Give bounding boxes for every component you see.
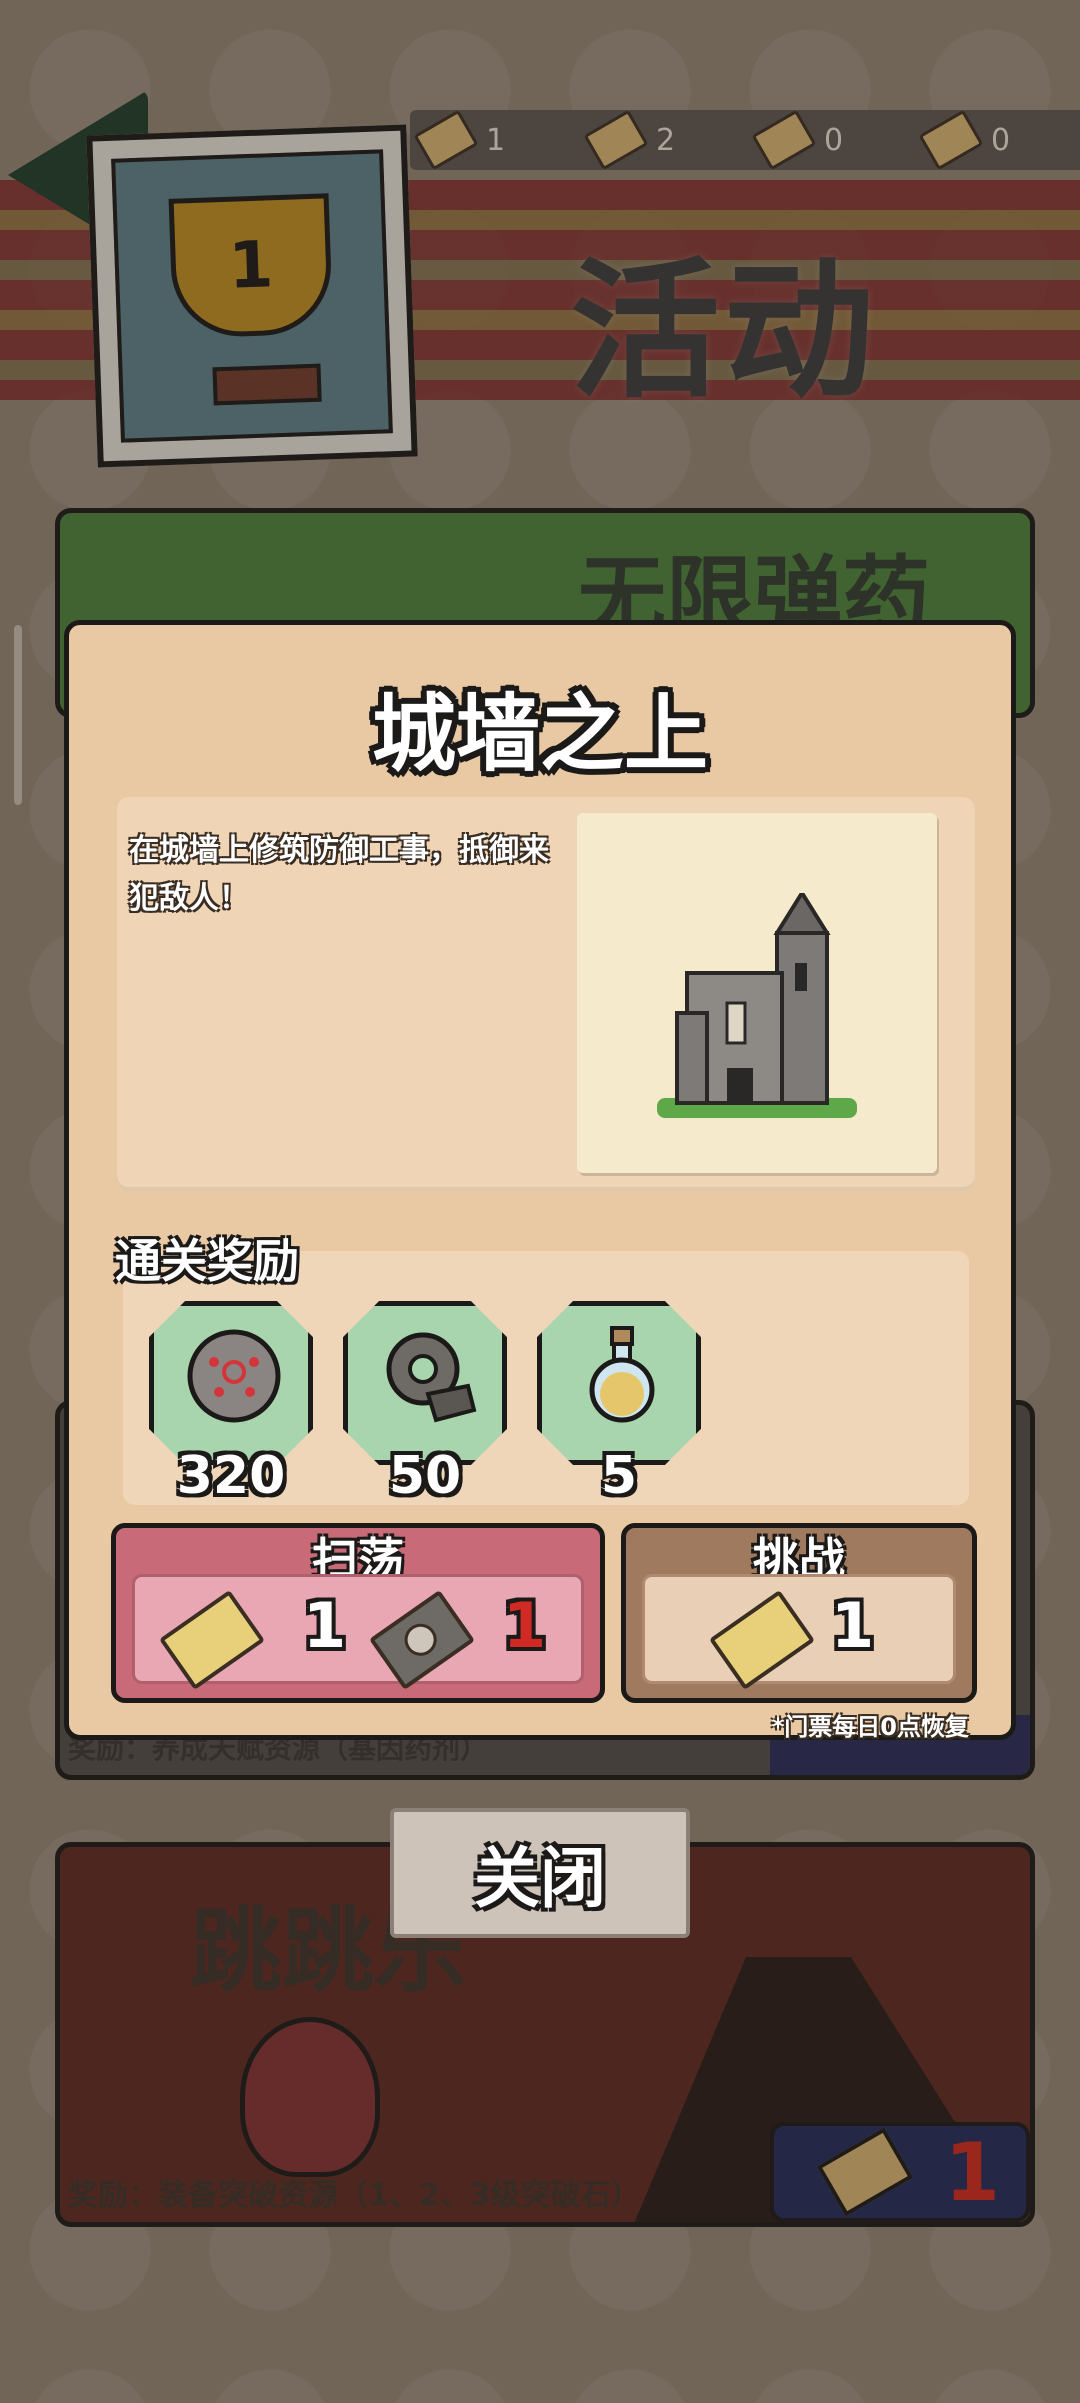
reward-count: 50 [388, 1446, 462, 1506]
sweep-cost-panel: 1 1 [132, 1574, 584, 1691]
ticket-reset-note: *门票每日0点恢复 [771, 1713, 969, 1741]
ticket-cost: 1 [303, 1589, 347, 1662]
sweep-ticket-cost: 1 [503, 1589, 547, 1662]
sweep-ticket-icon [368, 1589, 476, 1691]
event-ticket-icon [158, 1589, 266, 1691]
challenge-button[interactable]: 挑战 1 [621, 1523, 977, 1703]
reward-count: 5 [600, 1446, 638, 1506]
potion-bottle-icon [589, 1326, 655, 1423]
sweep-button[interactable]: 扫荡 1 1 [111, 1523, 605, 1703]
description-panel: 在城墙上修筑防御工事，抵御来犯敌人！ [117, 797, 975, 1191]
modal-title: 城墙之上 [371, 685, 708, 783]
challenge-cost-panel: 1 [642, 1574, 956, 1691]
stage-detail-modal: 城墙之上 在城墙上修筑防御工事，抵御来犯敌人！ 320 50 5 通关奖励 扫荡… [64, 620, 1016, 1741]
reward-count: 320 [176, 1446, 286, 1506]
rewards-label: 通关奖励 [115, 1234, 299, 1288]
reward-item[interactable] [537, 1301, 701, 1465]
reward-item[interactable] [343, 1301, 507, 1465]
close-button[interactable]: 关闭 [390, 1808, 690, 1938]
event-ticket-icon [708, 1589, 816, 1691]
stage-image [577, 813, 937, 1173]
gear-ore-icon [386, 1332, 477, 1423]
ticket-cost: 1 [831, 1589, 875, 1662]
gene-orb-icon [187, 1329, 281, 1423]
stage-description: 在城墙上修筑防御工事，抵御来犯敌人！ [129, 833, 549, 916]
close-button-label: 关闭 [474, 1840, 606, 1917]
reward-item[interactable] [149, 1301, 313, 1465]
castle-ruin-icon [657, 893, 857, 1118]
